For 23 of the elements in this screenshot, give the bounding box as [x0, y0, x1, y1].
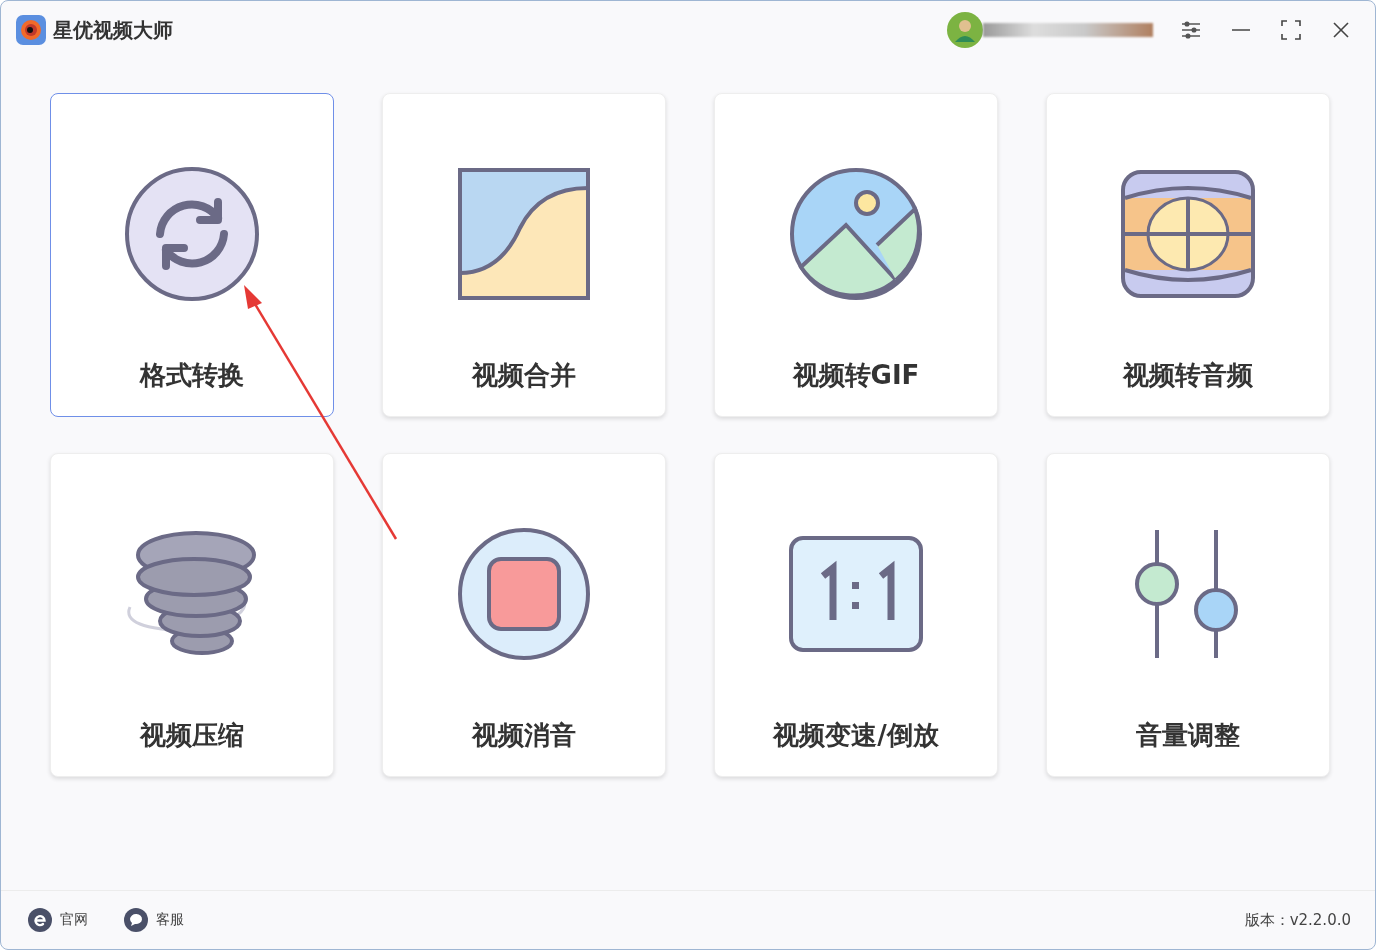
tool-card[interactable]: 视频转音频 [1046, 93, 1330, 417]
tool-card[interactable]: 视频合并 [382, 93, 666, 417]
tool-card[interactable]: 格式转换 [50, 93, 334, 417]
landscape-image-icon [789, 167, 923, 301]
maximize-icon[interactable] [1279, 18, 1303, 42]
window-title: 星优视频大师 [53, 16, 173, 44]
tool-card[interactable]: 视频消音 [382, 453, 666, 777]
tool-card[interactable]: 视频压缩 [50, 453, 334, 777]
tool-card[interactable]: 音量调整 [1046, 453, 1330, 777]
tool-card[interactable]: 视频转GIF [714, 93, 998, 417]
app-logo-icon [16, 15, 46, 45]
split-image-icon [458, 168, 590, 300]
avatar-icon[interactable] [947, 12, 983, 48]
footer-link[interactable]: 官网 [28, 908, 88, 932]
stop-icon [457, 527, 591, 661]
aspect-ratio-icon [789, 536, 923, 652]
version-label: 版本：v2.2.0.0 [1244, 910, 1351, 930]
browser-icon [28, 908, 52, 932]
refresh-icon [124, 166, 260, 302]
chat-bubble-icon [124, 908, 148, 932]
footer-link[interactable]: 客服 [124, 908, 184, 932]
globe-screen-icon [1121, 170, 1255, 298]
tool-card[interactable]: 视频变速/倒放 [714, 453, 998, 777]
